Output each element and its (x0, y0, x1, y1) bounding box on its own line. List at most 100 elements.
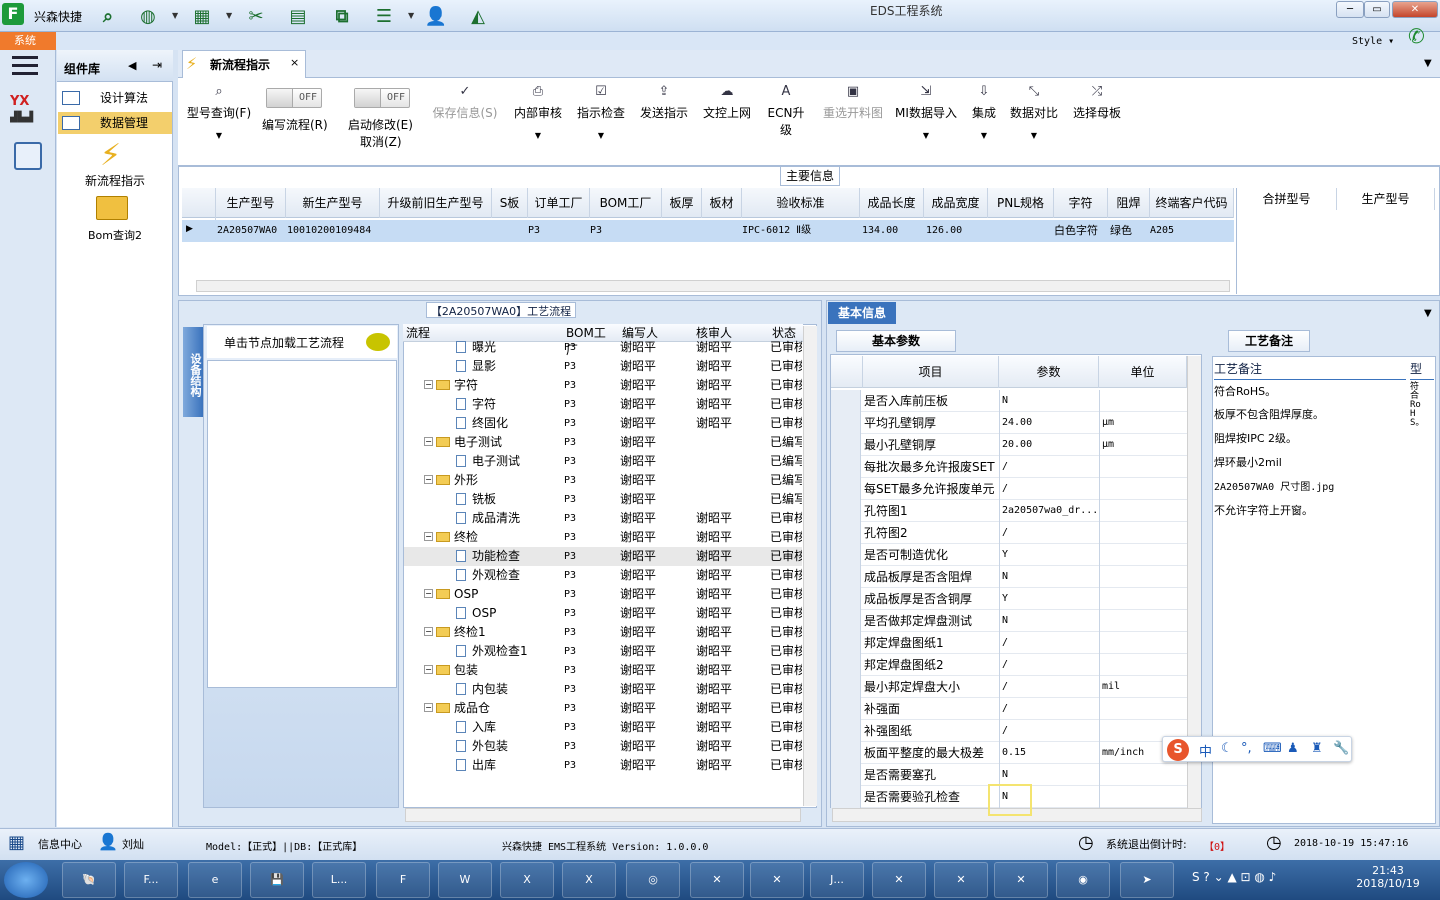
cell[interactable]: 10010200109484 (287, 220, 379, 242)
param-value[interactable]: N (999, 566, 1099, 588)
tree-node[interactable]: 出库 (456, 756, 558, 775)
tree-row[interactable]: − 字符 P3 谢昭平 谢昭平 已审核 (404, 376, 802, 395)
tree-node[interactable]: OSP (456, 604, 558, 623)
tree-row[interactable]: − 终检 P3 谢昭平 谢昭平 已审核 (404, 528, 802, 547)
tree-node[interactable]: 外包装 (456, 737, 558, 756)
row-selector[interactable] (831, 566, 861, 588)
tree-cell-writer[interactable]: 谢昭平 (620, 433, 690, 452)
tree-node[interactable]: 字符 (456, 395, 558, 414)
tree-cell-reviewer[interactable]: 谢昭平 (696, 376, 766, 395)
maximize-button[interactable]: ▭ (1364, 1, 1390, 18)
tree-cell-writer[interactable]: 谢昭平 (620, 737, 690, 756)
chevron-down-icon[interactable]: ▼ (172, 11, 178, 20)
column-header[interactable]: 生产型号 (216, 188, 286, 218)
tray-clock[interactable]: 21:43 2018/10/19 (1356, 864, 1420, 890)
row-selector[interactable] (831, 456, 861, 478)
param-value[interactable]: / (999, 456, 1099, 478)
taskbar-app-j[interactable]: J... (810, 862, 864, 898)
row-selector[interactable] (831, 544, 861, 566)
tree-cell-writer[interactable]: 谢昭平 (620, 680, 690, 699)
tree-cell-writer[interactable]: 谢昭平 (620, 604, 690, 623)
tree-cell-reviewer[interactable]: 谢昭平 (696, 528, 766, 547)
tree-row[interactable]: OSP P3 谢昭平 谢昭平 已审核 (404, 604, 802, 623)
param-row[interactable]: 成品板厚是否含铜厚 Y (831, 588, 1187, 610)
taskbar-app-x[interactable]: ✕ (934, 862, 988, 898)
scissors-icon[interactable]: ✂ (244, 4, 268, 28)
reselect-cutting-button[interactable]: ▣ 重选开料图 (820, 84, 886, 121)
tree-cell-writer[interactable]: 谢昭平 (620, 528, 690, 547)
param-value[interactable]: Y (999, 588, 1099, 610)
list-icon[interactable]: ☰ (372, 4, 396, 28)
column-header[interactable]: 项目 (863, 356, 999, 388)
tree-cell-writer[interactable]: 谢昭平 (620, 490, 690, 509)
taskbar-app-l[interactable]: L... (312, 862, 366, 898)
column-header[interactable]: 生产型号 (1337, 188, 1435, 210)
tree-row[interactable]: − 包装 P3 谢昭平 谢昭平 已审核 (404, 661, 802, 680)
tree-cell-status[interactable]: 已审核 (770, 604, 802, 623)
select-mother-board-button[interactable]: ⤮ 选择母板 (1070, 84, 1124, 121)
row-selector[interactable] (831, 720, 861, 742)
chevron-down-icon[interactable]: ▼ (1424, 308, 1432, 319)
cell[interactable]: A205 (1150, 220, 1232, 242)
tree-cell-writer[interactable]: 谢昭平 (620, 756, 690, 775)
cell[interactable]: P3 (528, 220, 588, 242)
tree-cell-writer[interactable]: 谢昭平 (620, 452, 690, 471)
collapse-icon[interactable]: − (424, 437, 433, 446)
param-row[interactable]: 成品板厚是否含阻焊 N (831, 566, 1187, 588)
param-value[interactable]: 24.00 (999, 412, 1099, 434)
tree-node[interactable]: 铣板 (456, 490, 558, 509)
moon-icon[interactable]: ☾ (1221, 741, 1233, 756)
tree-node[interactable]: − 终检1 (424, 623, 558, 642)
style-menu[interactable]: Style ▾ (1352, 36, 1394, 47)
taskbar-app-excel[interactable]: X (562, 862, 616, 898)
hamburger-menu-icon[interactable] (12, 56, 38, 76)
tree-cell-writer[interactable]: 谢昭平 (620, 509, 690, 528)
taskbar-app-viewer[interactable]: ◎ (626, 862, 680, 898)
tree-row[interactable]: 曝光 P3 谢昭平 谢昭平 已审核 (404, 338, 802, 357)
tree-row[interactable]: 外观检查 P3 谢昭平 谢昭平 已审核 (404, 566, 802, 585)
cell[interactable]: 白色字符 (1054, 220, 1108, 242)
taskbar-app-x[interactable]: ✕ (872, 862, 926, 898)
node-list[interactable] (207, 360, 397, 688)
param-row[interactable]: 是否入库前压板 N (831, 390, 1187, 412)
tree-node[interactable]: 功能检查 (456, 547, 558, 566)
grid-icon[interactable]: ▦ (190, 4, 214, 28)
param-value[interactable]: / (999, 522, 1099, 544)
tree-cell-factory[interactable]: P3 (564, 661, 614, 680)
param-row[interactable]: 是否可制造优化 Y (831, 544, 1187, 566)
ime-mode[interactable]: 中 (1199, 741, 1212, 760)
tree-cell-status[interactable]: 已审核 (770, 547, 802, 566)
row-selector[interactable] (831, 522, 861, 544)
tree-cell-writer[interactable]: 谢昭平 (620, 566, 690, 585)
param-value[interactable]: / (999, 632, 1099, 654)
tree-cell-writer[interactable]: 谢昭平 (620, 718, 690, 737)
search-icon[interactable]: ⌕ (96, 4, 120, 28)
tree-cell-status[interactable]: 已编写 (770, 452, 802, 471)
collapse-icon[interactable]: − (424, 703, 433, 712)
tree-cell-status[interactable]: 已审核 (770, 756, 802, 775)
tree-cell-status[interactable]: 已审核 (770, 395, 802, 414)
tree-cell-writer[interactable]: 谢昭平 (620, 642, 690, 661)
column-header[interactable]: 成品长度 (860, 188, 924, 218)
tree-cell-status[interactable]: 已审核 (770, 509, 802, 528)
tree-node[interactable]: − 电子测试 (424, 433, 558, 452)
tree-cell-status[interactable]: 已审核 (770, 528, 802, 547)
keyboard-icon[interactable]: ⌨ (1263, 741, 1282, 756)
send-instruction-button[interactable]: ⇪ 发送指示 (638, 84, 690, 121)
model-query-button[interactable]: ⌕ 型号查询(F) ▼ (184, 84, 254, 140)
param-row[interactable]: 邦定焊盘图纸2 / (831, 654, 1187, 676)
tree-row[interactable]: − 成品仓 P3 谢昭平 谢昭平 已审核 (404, 699, 802, 718)
row-selector[interactable] (831, 434, 861, 456)
tree-row[interactable]: 外包装 P3 谢昭平 谢昭平 已审核 (404, 737, 802, 756)
tool-bom-query-label[interactable]: Bom查询2 (60, 227, 170, 243)
row-selector[interactable] (831, 610, 861, 632)
cell[interactable]: 绿色 (1110, 220, 1150, 242)
row-selector[interactable] (831, 500, 861, 522)
taskbar-app-save[interactable]: 💾 (250, 862, 304, 898)
tree-cell-factory[interactable]: P3 (564, 642, 614, 661)
tree-row[interactable]: 铣板 P3 谢昭平 已编写 (404, 490, 802, 509)
tree-row[interactable]: 终固化 P3 谢昭平 谢昭平 已审核 (404, 414, 802, 433)
vertical-scrollbar[interactable] (803, 326, 817, 806)
tab-label[interactable]: 新流程指示 (210, 56, 270, 73)
column-header[interactable]: BOM工厂 (590, 188, 662, 218)
